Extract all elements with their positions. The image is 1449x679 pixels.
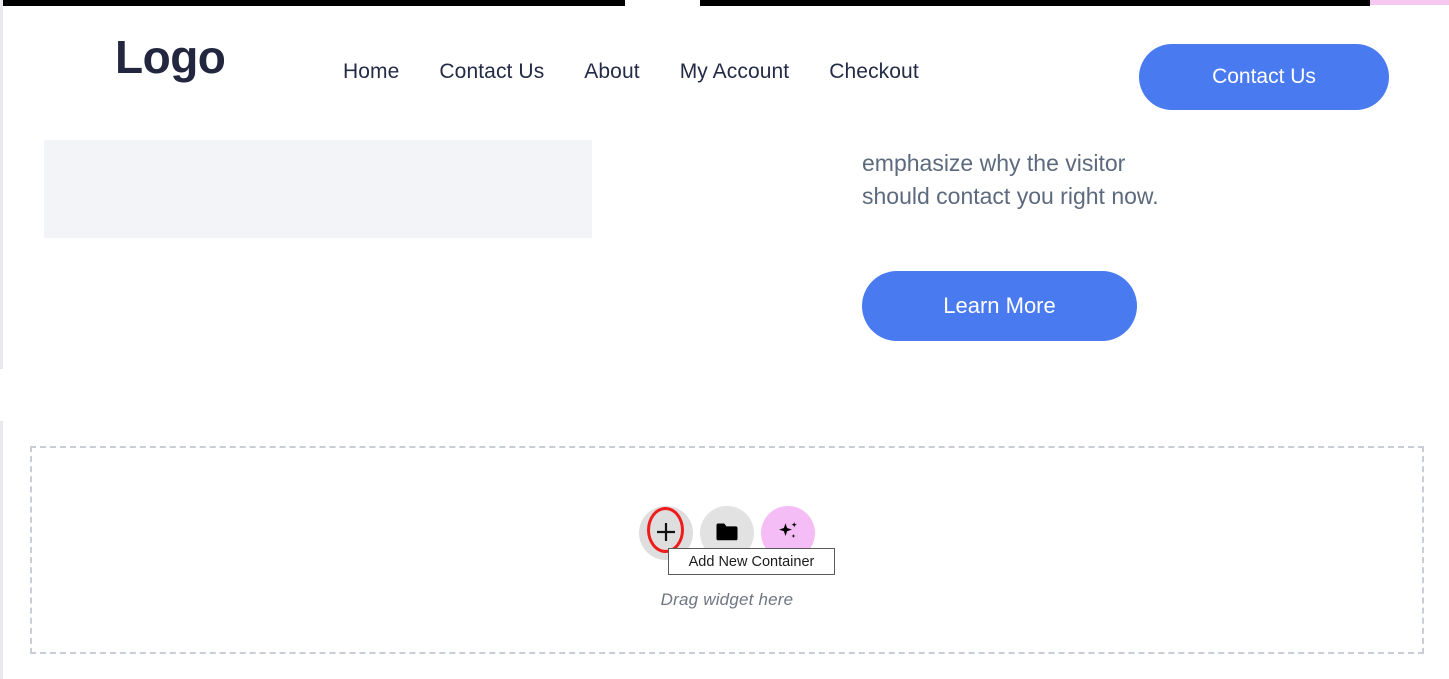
site-canvas: Logo Home Contact Us About My Account Ch… (3, 6, 1449, 679)
header-contact-us-button[interactable]: Contact Us (1139, 44, 1389, 110)
primary-navigation: Home Contact Us About My Account Checkou… (343, 60, 919, 84)
screenshot-root: Logo Home Contact Us About My Account Ch… (0, 0, 1449, 679)
plus-icon (654, 520, 678, 547)
hero-learn-more-button[interactable]: Learn More (862, 271, 1137, 341)
site-header: Logo Home Contact Us About My Account Ch… (3, 6, 1449, 131)
nav-item-home[interactable]: Home (343, 60, 399, 84)
hero-paragraph: emphasize why the visitor should contact… (862, 147, 1282, 213)
nav-item-about[interactable]: About (584, 60, 639, 84)
hero-image-placeholder (44, 140, 592, 238)
nav-item-contact-us[interactable]: Contact Us (439, 60, 544, 84)
drag-widget-hint: Drag widget here (660, 590, 794, 609)
hero-paragraph-line-1: emphasize why the visitor (862, 150, 1126, 176)
nav-item-checkout[interactable]: Checkout (829, 60, 919, 84)
nav-item-my-account[interactable]: My Account (680, 60, 790, 84)
sparkle-icon (775, 519, 801, 548)
folder-icon (715, 521, 739, 546)
hero-paragraph-line-2: should contact you right now. (862, 183, 1159, 209)
top-chrome-strip-pink (1370, 0, 1449, 5)
site-logo[interactable]: Logo (115, 34, 226, 80)
add-new-container-tooltip: Add New Container (668, 548, 835, 575)
